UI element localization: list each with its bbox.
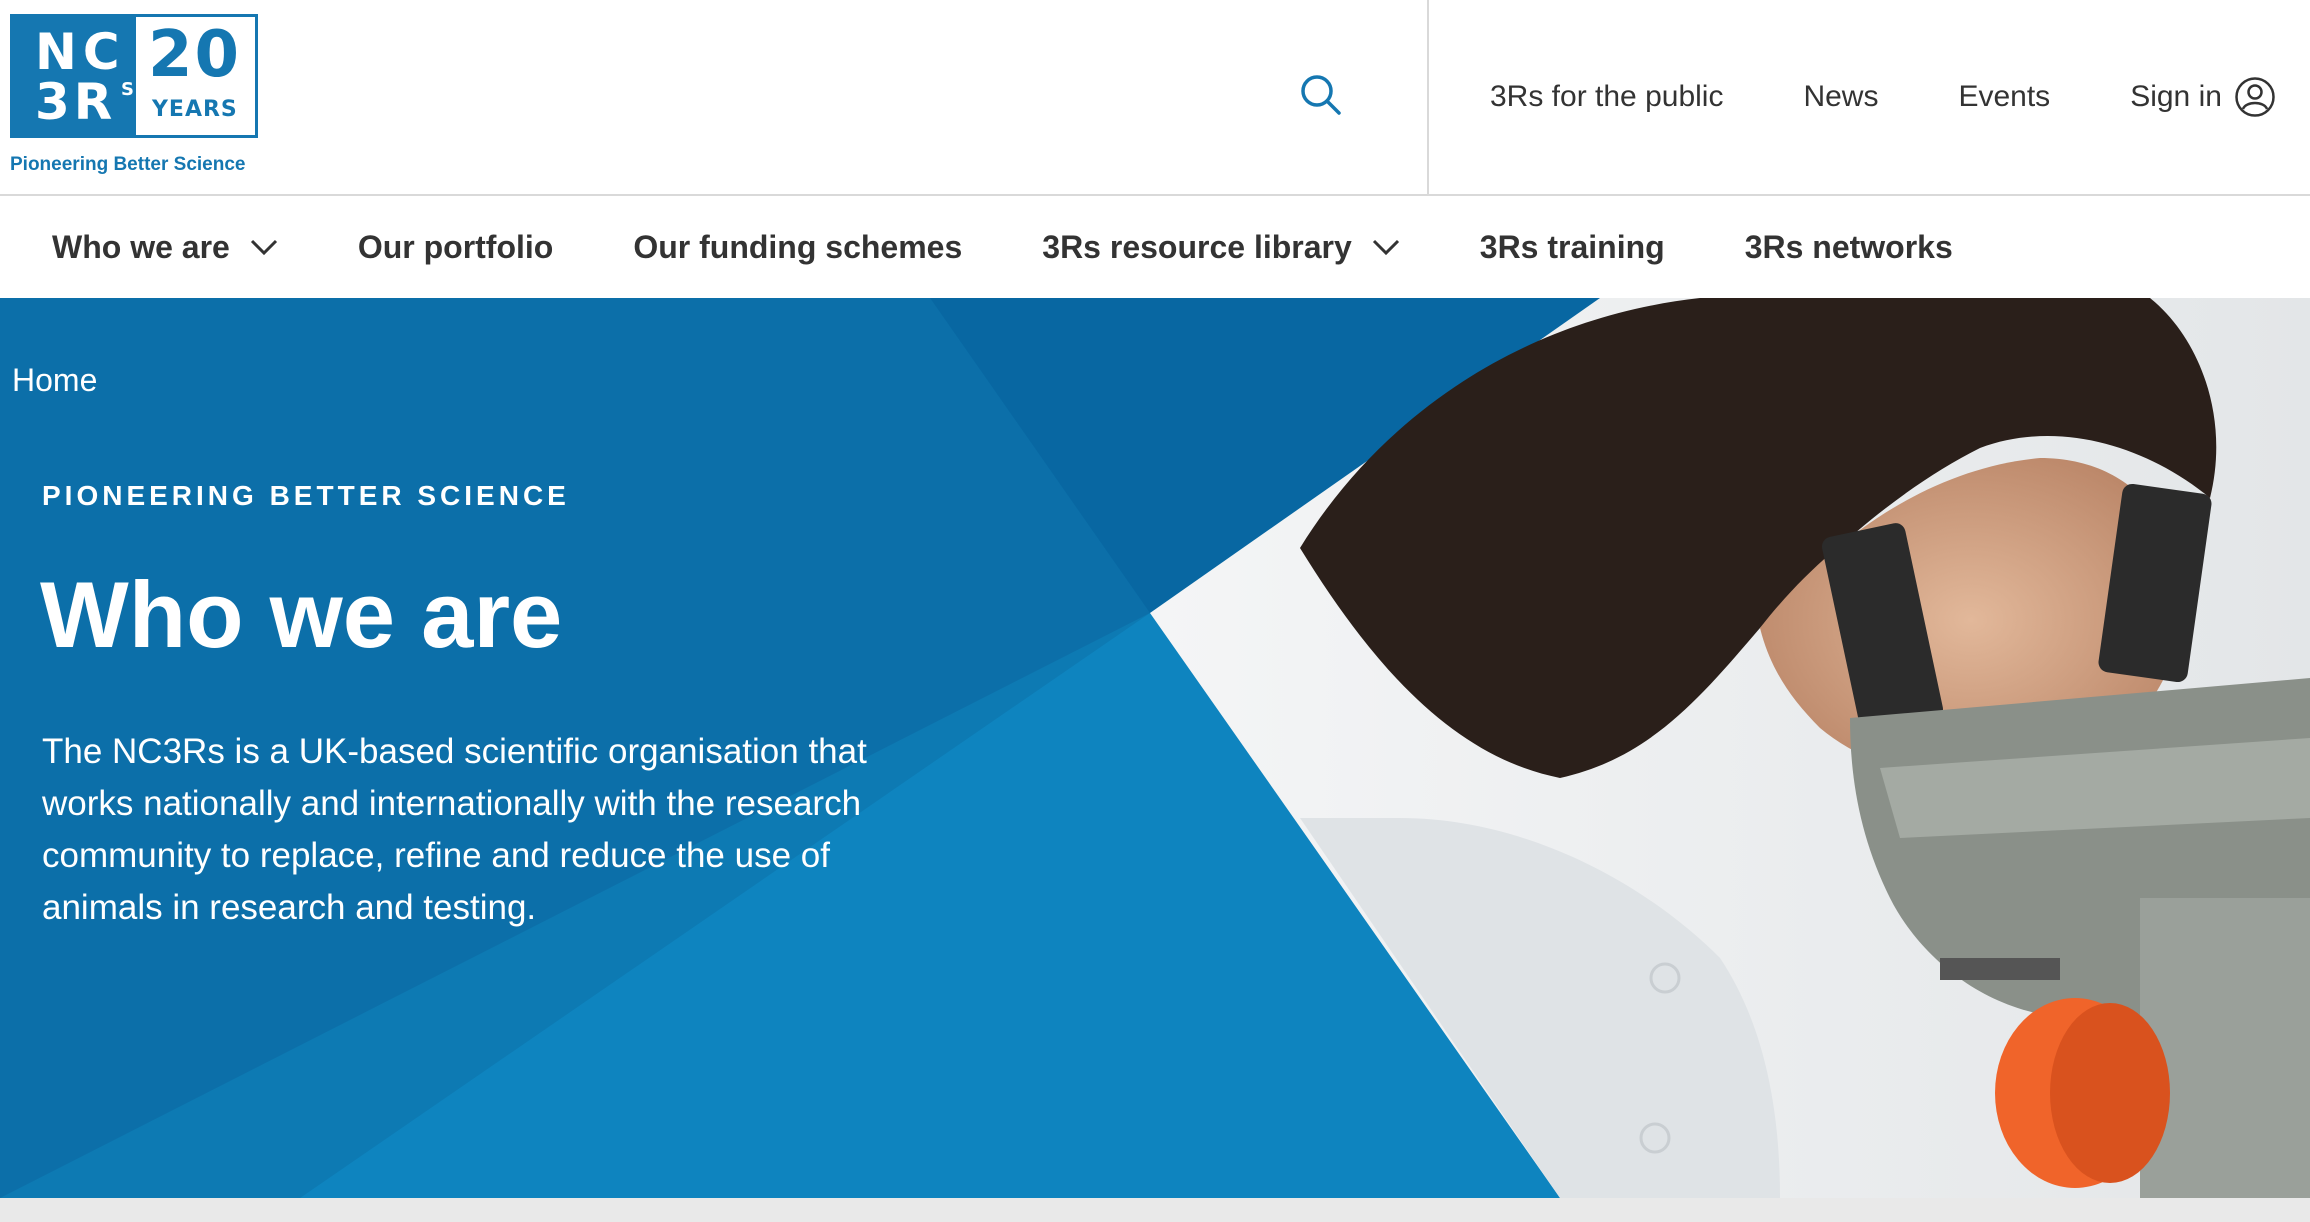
sign-in-label: Sign in [2130, 80, 2222, 113]
main-nav: Who we are Our portfolio Our funding sch… [0, 196, 2310, 298]
page-bottom-strip [0, 1198, 2310, 1222]
nav-item-resource-library[interactable]: 3Rs resource library [1042, 229, 1400, 266]
hero-banner: Home PIONEERING BETTER SCIENCE Who we ar… [0, 298, 2310, 1198]
logo-nc-text: NC [35, 23, 126, 81]
page-title: Who we are [40, 562, 563, 667]
nav-item-label: Who we are [52, 228, 230, 265]
utility-link-news[interactable]: News [1803, 80, 1878, 114]
user-circle-icon [2234, 76, 2276, 118]
sign-in-link[interactable]: Sign in [2130, 76, 2276, 118]
nc3rs-logo[interactable]: NC 3R S 20 YEARS Pioneering Better Scien… [10, 14, 260, 179]
search-icon [1301, 75, 1341, 115]
nav-item-our-portfolio[interactable]: Our portfolio [358, 229, 554, 266]
utility-nav: 3Rs for the public News Events Sign in [1490, 0, 2276, 194]
nav-item-label: 3Rs training [1479, 228, 1665, 265]
logo-mark: NC 3R S 20 YEARS [10, 14, 258, 138]
logo-20-text: 20 [148, 18, 242, 92]
nav-item-3rs-training[interactable]: 3Rs training [1480, 229, 1665, 266]
search-button[interactable] [1296, 70, 1346, 120]
nav-item-label: Our portfolio [357, 228, 554, 265]
nav-item-who-we-are[interactable]: Who we are [52, 229, 278, 266]
breadcrumb-home[interactable]: Home [12, 362, 97, 399]
chevron-down-icon [1372, 238, 1400, 256]
site-header: NC 3R S 20 YEARS Pioneering Better Scien… [0, 0, 2310, 196]
logo-tagline: Pioneering Better Science [10, 154, 246, 175]
nav-item-funding-schemes[interactable]: Our funding schemes [633, 229, 962, 266]
nav-item-label: 3Rs resource library [1042, 228, 1352, 265]
logo-3r-text: 3R [35, 73, 117, 131]
hero-eyebrow: PIONEERING BETTER SCIENCE [42, 480, 570, 511]
utility-link-events[interactable]: Events [1958, 80, 2050, 114]
logo-years-text: YEARS [152, 97, 238, 122]
nav-item-label: Our funding schemes [633, 228, 963, 265]
logo-s-text: S [121, 79, 134, 100]
hero-description: The NC3Rs is a UK-based scientific organ… [42, 732, 867, 927]
nav-item-3rs-networks[interactable]: 3Rs networks [1745, 229, 1953, 266]
nav-item-label: 3Rs networks [1744, 228, 1953, 265]
utility-link-3rs-public[interactable]: 3Rs for the public [1490, 80, 1723, 114]
header-divider [1427, 0, 1429, 196]
chevron-down-icon [250, 238, 278, 256]
